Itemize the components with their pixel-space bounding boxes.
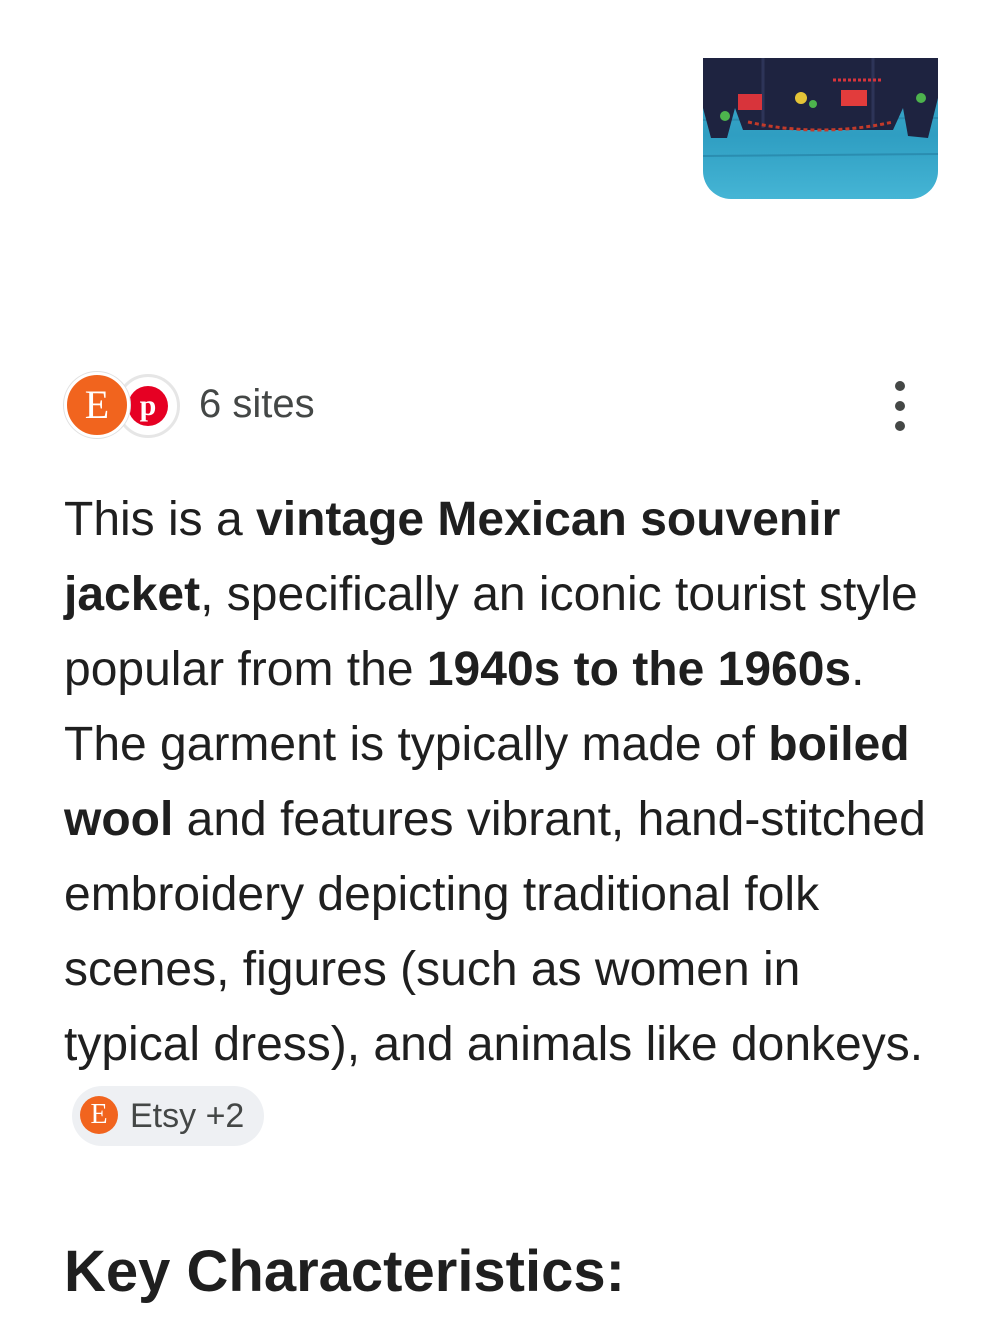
highlight-era: 1940s to the 1960s [426, 643, 852, 696]
sites-count-label[interactable]: 6 sites [199, 380, 315, 428]
etsy-logo-icon: E [80, 1096, 118, 1135]
etsy-logo-icon: E [64, 372, 130, 438]
jacket-photo [703, 58, 938, 157]
citation-label: Etsy +2 [130, 1097, 245, 1136]
result-image[interactable] [703, 58, 938, 199]
source-icons[interactable]: p E [64, 372, 180, 438]
answer-paragraph: This is a vintage Mexican souvenir jacke… [64, 482, 934, 1157]
citation-chip[interactable]: E Etsy +2 [72, 1086, 265, 1147]
section-heading: Key Characteristics: [64, 1239, 625, 1304]
sources-row: p E 6 sites [64, 372, 934, 438]
more-options-icon[interactable] [880, 377, 920, 435]
